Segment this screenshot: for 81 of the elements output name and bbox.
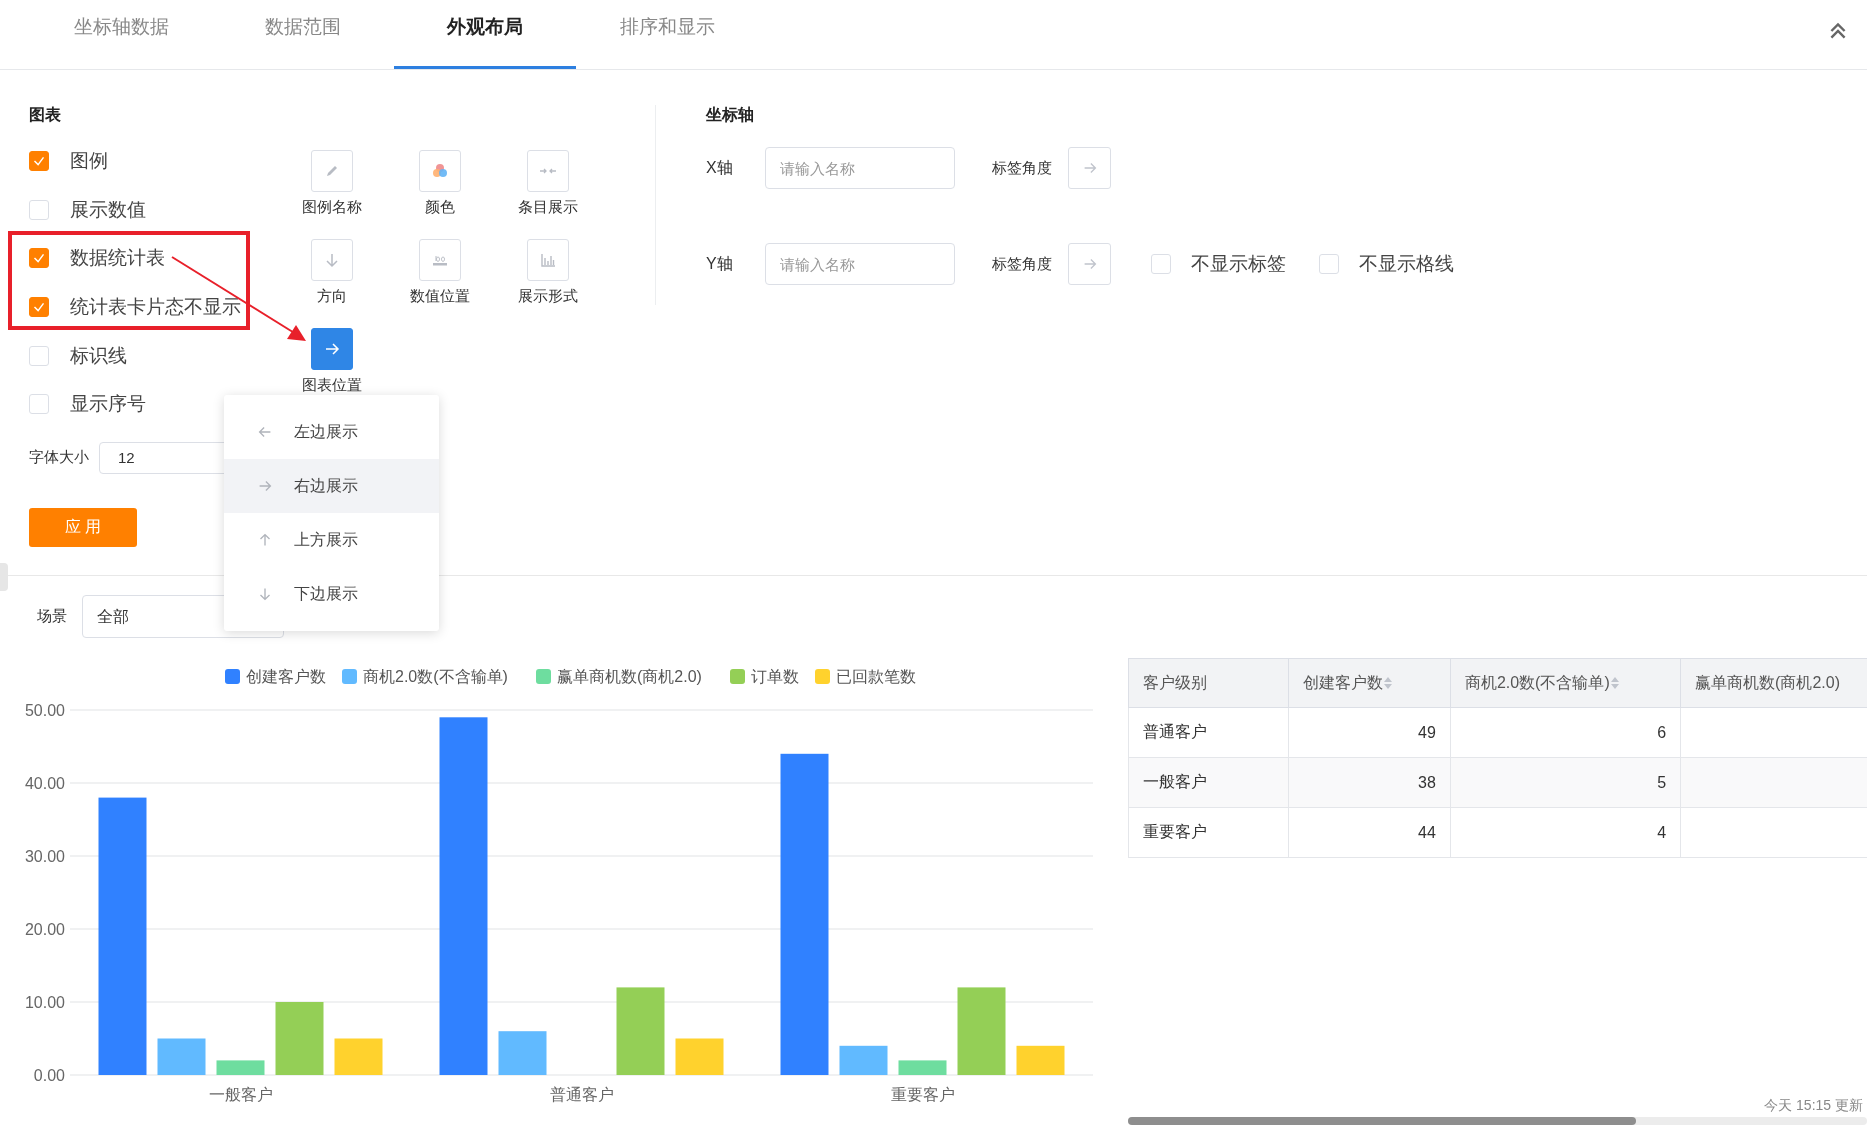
tab[interactable]: 坐标轴数据 [30,0,212,69]
update-time: 今天 15:15 更新 [1763,1097,1864,1115]
axis-label: X轴 [706,157,734,178]
table-cell: 5 [1450,757,1681,808]
menu-item[interactable]: 右边展示 [224,459,439,513]
column-header[interactable]: 创建客户数 [1288,658,1451,708]
section-title: 坐标轴 [706,105,755,125]
sort-icon [1609,675,1620,691]
column-header: 赢单商机数(商机2.0) [1680,658,1867,708]
tab[interactable]: 数据范围 [212,0,394,69]
option-label: 数据统计表 [70,246,165,271]
axis-tick-label: 0.00 [33,1067,65,1084]
bar [898,1060,947,1075]
scrollbar[interactable] [1128,1117,1867,1125]
legend-item: 赢单商机数(商机2.0) [536,668,702,685]
panel-handle[interactable] [0,563,8,591]
angle-button[interactable] [1068,147,1111,189]
table-cell: 一般客户 [1128,757,1289,808]
bar [334,1038,383,1075]
column-header: 客户级别 [1128,658,1289,708]
field-label: 场景 [37,607,67,626]
axis-category-label: 重要客户 [890,1086,955,1103]
tab[interactable]: 外观布局 [394,0,576,69]
scrollbar-thumb[interactable] [1128,1117,1636,1125]
axis-tick-label: 10.00 [24,994,65,1011]
axis-category-label: 一般客户 [208,1086,273,1103]
legend-label: 已回款笔数 [836,668,916,685]
bar [1016,1045,1065,1075]
tool-label: 颜色 [425,198,455,217]
bar [498,1031,547,1075]
angle-button[interactable] [1068,243,1111,285]
tab[interactable]: 排序和显示 [576,0,758,69]
checkbox[interactable] [29,248,49,269]
option-label: 图例 [70,149,108,174]
legend-item: 已回款笔数 [815,668,916,685]
table-cell: 49 [1288,707,1451,758]
sort-icon [1383,675,1394,691]
tool-label: 条目展示 [518,198,578,217]
option-label: 展示数值 [70,197,146,222]
section-title: 图表 [29,105,62,125]
option-label: 标识线 [70,343,127,368]
legend-item: 订单数 [730,668,799,685]
tool-label: 数值位置 [410,287,470,306]
table-cell: 4 [1450,807,1681,858]
checkbox[interactable] [29,297,49,318]
field-label: 字体大小 [29,448,89,468]
checkbox[interactable] [29,151,49,172]
table-cell: 6 [1450,707,1681,758]
name-field[interactable]: 请输入名称 [765,147,955,189]
tool-label: 展示形式 [518,287,578,306]
column-header[interactable]: 商机2.0数(不含输单) [1450,658,1681,708]
option-label: 不显示标签 [1191,252,1286,276]
bar [216,1060,265,1075]
legend-label: 订单数 [751,668,799,685]
axis-tick-label: 40.00 [24,775,65,792]
axis-tick-label: 20.00 [24,921,65,938]
axis-tick-label: 50.00 [24,702,65,719]
bar [157,1038,206,1075]
tool-label: 图表位置 [302,376,362,395]
option-label: 统计表卡片态不显示 [70,295,241,320]
tool-button[interactable] [311,328,353,370]
table-cell: 重要客户 [1128,807,1289,858]
name-field[interactable]: 请输入名称 [765,243,955,285]
legend-item: 创建客户数 [225,668,326,685]
axis-label: Y轴 [706,253,734,274]
field-label: 标签角度 [992,158,1053,178]
legend-label: 创建客户数 [246,668,326,685]
bar [839,1045,888,1075]
option-label: 显示序号 [70,392,146,417]
axis-category-label: 普通客户 [549,1086,614,1103]
table-cell: 普通客户 [1128,707,1289,758]
table-cell: 44 [1288,807,1451,858]
option-label: 不显示格线 [1359,252,1454,276]
field-label: 标签角度 [992,254,1053,274]
menu-item[interactable]: 上方展示 [224,513,439,567]
table-cell: 38 [1288,757,1451,808]
axis-tick-label: 30.00 [24,848,65,865]
tool-label: 方向 [317,287,347,306]
legend-item: 商机2.0数(不含输单) [342,668,508,685]
tool-label: 图例名称 [302,198,362,217]
bar [675,1038,724,1075]
